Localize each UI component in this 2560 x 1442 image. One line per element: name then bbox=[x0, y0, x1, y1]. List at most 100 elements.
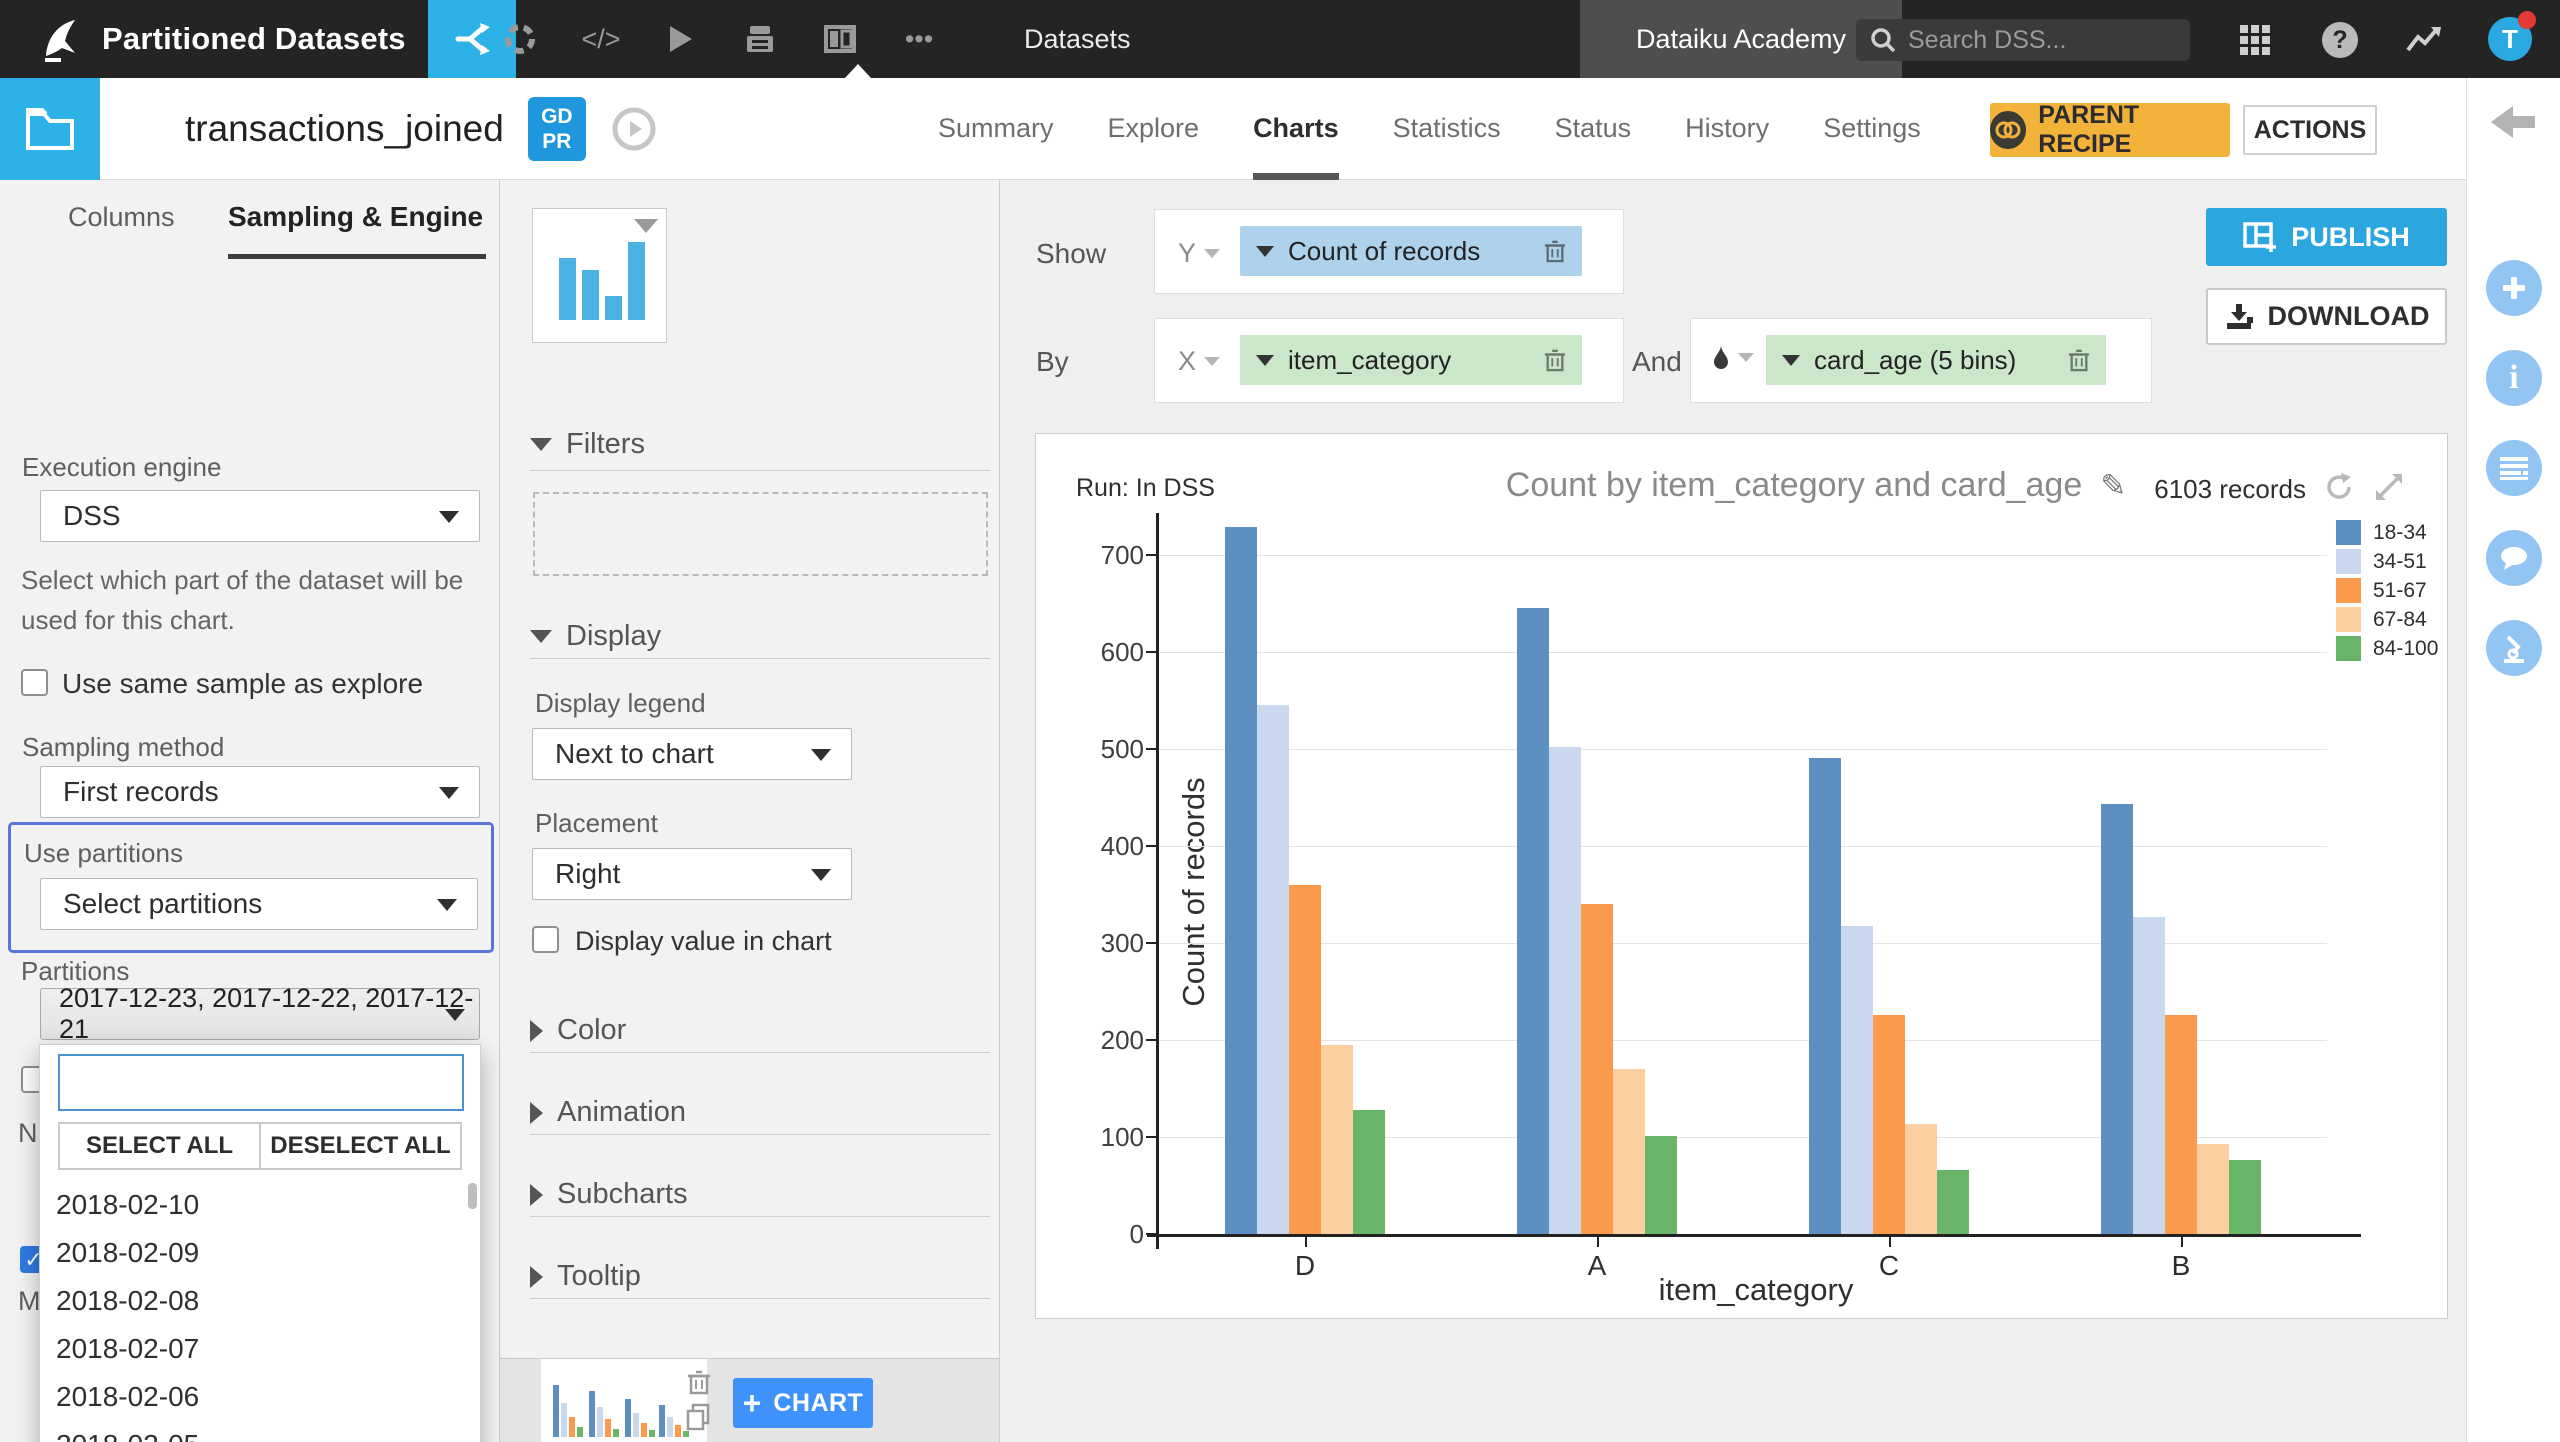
partition-option[interactable]: 2018-02-07 bbox=[40, 1325, 480, 1373]
subcharts-section-header[interactable]: Subcharts bbox=[530, 1178, 688, 1211]
partition-option[interactable]: 2018-02-08 bbox=[40, 1277, 480, 1325]
display-section-header[interactable]: Display bbox=[530, 620, 661, 653]
bar-A-51-67[interactable] bbox=[1581, 904, 1613, 1234]
current-page-label[interactable]: Datasets bbox=[1024, 0, 1131, 78]
tab-charts[interactable]: Charts bbox=[1253, 78, 1339, 180]
partitions-dropdown-button[interactable]: 2017-12-23, 2017-12-22, 2017-12-21 bbox=[40, 983, 480, 1044]
bar-C-34-51[interactable] bbox=[1841, 925, 1873, 1234]
select-all-button[interactable]: SELECT ALL bbox=[60, 1124, 261, 1168]
color-section-header[interactable]: Color bbox=[530, 1014, 626, 1047]
partition-option[interactable]: 2018-02-06 bbox=[40, 1373, 480, 1421]
filters-drop-zone[interactable] bbox=[533, 492, 988, 576]
dataset-folder-icon[interactable] bbox=[0, 78, 100, 180]
bar-A-67-84[interactable] bbox=[1613, 1069, 1645, 1234]
partition-filter-input[interactable] bbox=[58, 1054, 464, 1111]
navigate-icon[interactable] bbox=[610, 105, 658, 153]
lab-analysis-icon[interactable] bbox=[2486, 620, 2542, 676]
x-slot-letter[interactable]: X bbox=[1178, 346, 1221, 377]
placement-select[interactable]: Right bbox=[532, 848, 852, 900]
partition-option[interactable]: 2018-02-09 bbox=[40, 1229, 480, 1277]
left-tab-sampling-engine[interactable]: Sampling & Engine bbox=[228, 180, 483, 254]
tab-statistics[interactable]: Statistics bbox=[1393, 78, 1501, 180]
help-icon[interactable]: ? bbox=[2322, 22, 2358, 58]
tab-explore[interactable]: Explore bbox=[1108, 78, 1200, 180]
legend-item[interactable]: 34-51 bbox=[2336, 547, 2438, 576]
parent-recipe-button[interactable]: PARENT RECIPE bbox=[1990, 101, 2230, 158]
partition-option[interactable]: 2018-02-10 bbox=[40, 1181, 480, 1229]
bar-B-34-51[interactable] bbox=[2133, 916, 2165, 1234]
run-icon[interactable] bbox=[653, 0, 709, 78]
and-dimension-pill[interactable]: card_age (5 bins) bbox=[1766, 335, 2106, 385]
use-partitions-select[interactable]: Select partitions bbox=[40, 878, 478, 930]
display-value-checkbox[interactable] bbox=[532, 926, 559, 953]
chart-type-picker[interactable] bbox=[532, 208, 667, 343]
code-icon[interactable]: </> bbox=[573, 0, 629, 78]
gdpr-badge[interactable]: GD PR bbox=[527, 97, 586, 161]
discussions-icon[interactable] bbox=[2486, 530, 2542, 586]
delete-chart-icon[interactable] bbox=[687, 1369, 711, 1395]
collapse-panel-icon[interactable] bbox=[2489, 100, 2539, 149]
trash-icon[interactable] bbox=[1544, 238, 1566, 264]
legend-item[interactable]: 51-67 bbox=[2336, 576, 2438, 605]
bar-D-51-67[interactable] bbox=[1289, 884, 1321, 1234]
search-input[interactable]: Search DSS... bbox=[1856, 19, 2190, 61]
filters-section-header[interactable]: Filters bbox=[530, 428, 645, 461]
add-chart-button[interactable]: + CHART bbox=[733, 1378, 873, 1428]
instance-name[interactable]: Dataiku Academy bbox=[1580, 0, 1902, 78]
legend-item[interactable]: 67-84 bbox=[2336, 605, 2438, 634]
apps-grid-icon[interactable] bbox=[2240, 25, 2270, 55]
details-icon[interactable] bbox=[2486, 440, 2542, 496]
project-title[interactable]: Partitioned Datasets bbox=[102, 0, 406, 78]
duplicate-chart-icon[interactable] bbox=[685, 1403, 711, 1431]
animation-section-header[interactable]: Animation bbox=[530, 1096, 686, 1129]
dataiku-logo-icon[interactable] bbox=[34, 12, 88, 66]
display-legend-select[interactable]: Next to chart bbox=[532, 728, 852, 780]
partition-option[interactable]: 2018-02-05 bbox=[40, 1421, 480, 1442]
legend-item[interactable]: 84-100 bbox=[2336, 634, 2438, 663]
execution-engine-select[interactable]: DSS bbox=[40, 490, 480, 542]
tab-summary[interactable]: Summary bbox=[938, 78, 1054, 180]
trash-icon[interactable] bbox=[1544, 347, 1566, 373]
more-icon[interactable]: ••• bbox=[891, 0, 947, 78]
deselect-all-button[interactable]: DESELECT ALL bbox=[261, 1124, 460, 1168]
bar-C-84-100[interactable] bbox=[1937, 1169, 1969, 1234]
jobs-icon[interactable] bbox=[732, 0, 788, 78]
bar-A-18-34[interactable] bbox=[1517, 608, 1549, 1234]
and-slot-letter[interactable] bbox=[1712, 344, 1754, 370]
use-same-sample-checkbox[interactable] bbox=[21, 669, 48, 696]
info-icon[interactable]: i bbox=[2486, 350, 2542, 406]
bar-A-34-51[interactable] bbox=[1549, 747, 1581, 1234]
sampling-method-select[interactable]: First records bbox=[40, 766, 480, 818]
actions-button[interactable]: ACTIONS bbox=[2243, 105, 2377, 155]
tooltip-section-header[interactable]: Tooltip bbox=[530, 1260, 641, 1293]
trend-icon[interactable] bbox=[2406, 24, 2442, 59]
legend-item[interactable]: 18-34 bbox=[2336, 518, 2438, 547]
tab-status[interactable]: Status bbox=[1555, 78, 1632, 180]
bar-B-67-84[interactable] bbox=[2197, 1143, 2229, 1234]
tab-settings[interactable]: Settings bbox=[1823, 78, 1921, 180]
y-slot-letter[interactable]: Y bbox=[1178, 238, 1221, 269]
chart-thumbnail[interactable] bbox=[541, 1359, 710, 1442]
bar-B-84-100[interactable] bbox=[2229, 1160, 2261, 1234]
user-avatar[interactable]: T bbox=[2488, 11, 2536, 61]
lab-icon[interactable] bbox=[492, 0, 548, 78]
bar-C-18-34[interactable] bbox=[1809, 757, 1841, 1234]
publish-button[interactable]: PUBLISH bbox=[2206, 208, 2447, 266]
left-tab-columns[interactable]: Columns bbox=[68, 180, 175, 254]
bar-D-84-100[interactable] bbox=[1353, 1109, 1385, 1234]
bar-C-51-67[interactable] bbox=[1873, 1014, 1905, 1234]
download-button[interactable]: DOWNLOAD bbox=[2206, 288, 2447, 345]
bar-D-18-34[interactable] bbox=[1225, 526, 1257, 1234]
add-icon[interactable] bbox=[2486, 260, 2542, 316]
bar-B-51-67[interactable] bbox=[2165, 1014, 2197, 1234]
tab-history[interactable]: History bbox=[1685, 78, 1769, 180]
bar-C-67-84[interactable] bbox=[1905, 1124, 1937, 1234]
dropdown-scrollbar[interactable] bbox=[468, 1183, 477, 1209]
bar-A-84-100[interactable] bbox=[1645, 1136, 1677, 1234]
x-dimension-pill[interactable]: item_category bbox=[1240, 335, 1582, 385]
bar-D-34-51[interactable] bbox=[1257, 705, 1289, 1234]
trash-icon[interactable] bbox=[2068, 347, 2090, 373]
bar-D-67-84[interactable] bbox=[1321, 1044, 1353, 1234]
measure-pill[interactable]: Count of records bbox=[1240, 226, 1582, 276]
bar-B-18-34[interactable] bbox=[2101, 804, 2133, 1234]
